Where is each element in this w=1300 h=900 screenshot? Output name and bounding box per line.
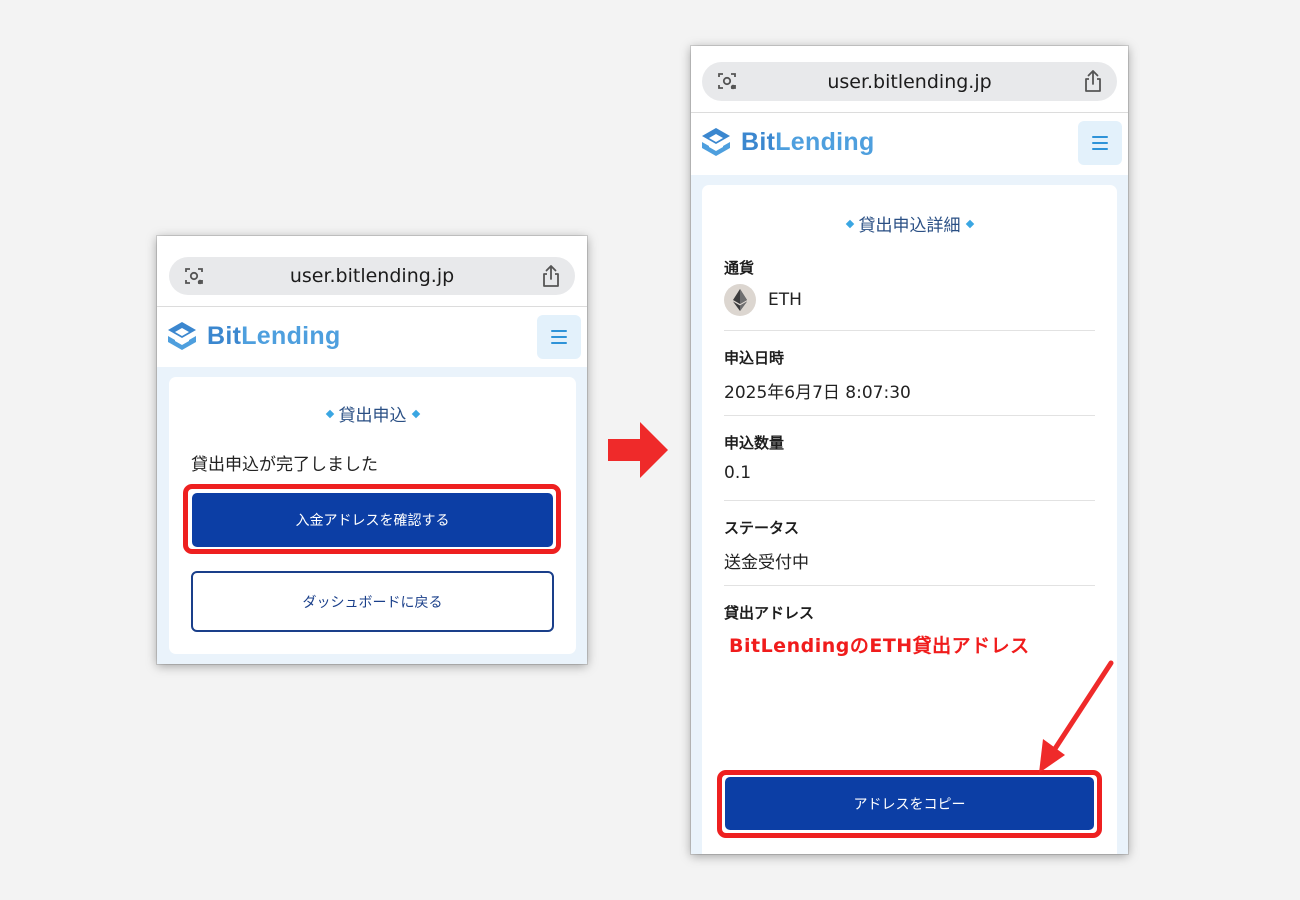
card-title: 貸出申込 (169, 401, 576, 426)
completion-message: 貸出申込が完了しました (191, 455, 378, 475)
brand-part-lending: Lending (241, 321, 341, 350)
back-to-dashboard-button[interactable]: ダッシュボードに戻る (191, 571, 554, 632)
hamburger-menu-button[interactable] (1078, 121, 1122, 165)
divider (724, 585, 1095, 586)
annotation-arrow-icon (1039, 660, 1114, 773)
divider (724, 415, 1095, 416)
field-value: 0.1 (724, 463, 752, 483)
browser-url: user.bitlending.jp (289, 265, 455, 287)
hamburger-icon-line (551, 336, 567, 338)
brand-part-lending: Lending (775, 127, 875, 156)
hamburger-menu-button[interactable] (537, 315, 581, 359)
field-label: ステータス (724, 519, 800, 537)
bitlending-logo-icon (702, 128, 730, 156)
left-phone-screen: user.bitlending.jp BitLending 貸出申込 貸出申込が… (157, 236, 587, 664)
brand-part-bit: Bit (207, 321, 242, 350)
field-currency: 通貨 ETH (724, 257, 1095, 316)
brand-name: BitLending (741, 128, 875, 157)
app-header: BitLending (157, 307, 587, 367)
browser-address-bar[interactable]: user.bitlending.jp (702, 62, 1117, 101)
card-title-text: 貸出申込詳細 (858, 216, 961, 236)
ethereum-icon (724, 284, 756, 316)
browser-url: user.bitlending.jp (827, 70, 992, 93)
hamburger-icon-line (551, 330, 567, 332)
diamond-icon (411, 409, 420, 418)
field-label: 貸出アドレス (724, 604, 815, 622)
hamburger-icon-line (551, 342, 567, 344)
check-deposit-address-button[interactable]: 入金アドレスを確認する (192, 493, 553, 547)
field-application-datetime: 申込日時 2025年6月7日 8:07:30 (724, 347, 1095, 403)
bitlending-logo-icon (168, 322, 196, 350)
browser-address-bar[interactable]: user.bitlending.jp (169, 257, 575, 295)
diamond-icon (845, 219, 854, 228)
address-annotation: BitLendingのETH貸出アドレス (729, 635, 1030, 657)
divider (724, 500, 1095, 501)
field-value: ETH (768, 290, 802, 310)
field-label: 通貨 (724, 259, 755, 277)
hamburger-icon-line (1092, 136, 1108, 138)
right-arrow-icon (608, 422, 668, 478)
hamburger-icon-line (1092, 148, 1108, 150)
card-title-text: 貸出申込 (338, 406, 407, 426)
diamond-icon (325, 409, 334, 418)
currency-row: ETH (724, 284, 1095, 316)
field-label: 申込日時 (724, 349, 785, 367)
brand-part-bit: Bit (741, 127, 776, 156)
divider (724, 330, 1095, 331)
card-title: 貸出申込詳細 (702, 211, 1117, 236)
field-value: 送金受付中 (724, 553, 809, 573)
share-icon[interactable] (541, 264, 561, 288)
diamond-icon (965, 219, 974, 228)
brand-logo[interactable]: BitLending (699, 126, 875, 158)
field-application-amount: 申込数量 0.1 (724, 432, 1095, 483)
field-label: 申込数量 (724, 434, 785, 452)
lending-application-card: 貸出申込 貸出申込が完了しました 入金アドレスを確認する ダッシュボードに戻る (169, 377, 576, 654)
copy-address-button[interactable]: アドレスをコピー (725, 777, 1094, 830)
hamburger-icon-line (1092, 142, 1108, 144)
field-value: 2025年6月7日 8:07:30 (724, 383, 911, 403)
field-status: ステータス 送金受付中 (724, 517, 1095, 573)
share-icon[interactable] (1083, 69, 1103, 93)
field-lending-address: 貸出アドレス (724, 602, 1095, 623)
brand-logo[interactable]: BitLending (165, 320, 341, 352)
app-header: BitLending (691, 113, 1128, 175)
brand-name: BitLending (207, 322, 341, 351)
